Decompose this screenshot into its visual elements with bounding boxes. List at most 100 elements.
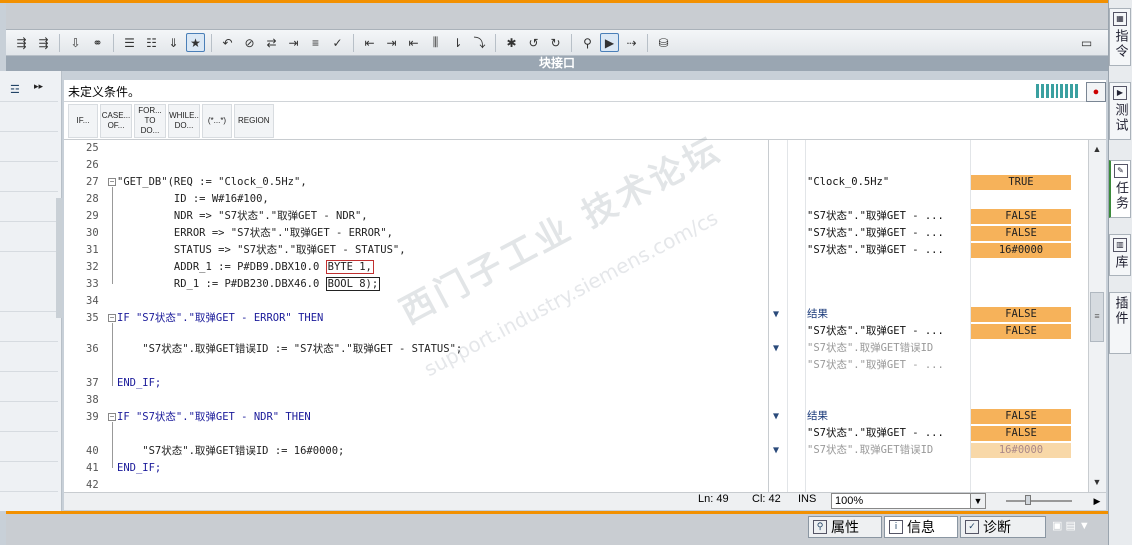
- tree-icon[interactable]: ☲: [10, 83, 20, 96]
- tab-instructions[interactable]: ▦ 指令: [1109, 8, 1131, 66]
- code-line[interactable]: NDR => "S7状态"."取弹GET - NDR",: [117, 208, 368, 225]
- monitor-row[interactable]: "S7状态"."取弹GET - ... FALSE: [769, 323, 1089, 340]
- tab-testing[interactable]: ▶ 测试: [1109, 82, 1131, 140]
- monitor-row[interactable]: ▼ "S7状态".取弹GET错误ID 16#0000: [769, 442, 1089, 459]
- zoom-slider-handle[interactable]: [1025, 495, 1031, 505]
- collapse-arrow-icon[interactable]: ▼: [773, 340, 779, 357]
- code-line[interactable]: IF "S7状态"."取弹GET - ERROR" THEN: [117, 310, 323, 327]
- collapse-arrow-icon[interactable]: ▼: [773, 442, 779, 459]
- columns-icon[interactable]: ⫼: [426, 33, 445, 52]
- code-line[interactable]: "GET_DB"(REQ := "Clock_0.5Hz",: [117, 174, 307, 191]
- code-line[interactable]: IF "S7状态"."取弹GET - NDR" THEN: [117, 409, 311, 426]
- scroll-up-icon[interactable]: ▲: [1090, 142, 1104, 156]
- tab-properties[interactable]: ⚲ 属性: [808, 516, 882, 538]
- filter-icon[interactable]: ≡: [306, 33, 325, 52]
- editor-toolbar: ⇶ ⇶ ⇩ ⚭ ☰ ☷ ⇓ ★ ↶ ⊘ ⇄ ⇥ ≡ ✓ ⇤ ⇥ ⇤ ⫼ ⇂ ⤵ …: [6, 30, 1108, 56]
- line-number: 39: [86, 411, 99, 423]
- collapse-arrow-icon[interactable]: ▼: [773, 408, 779, 425]
- database-icon[interactable]: ⛁: [654, 33, 673, 52]
- line-number: 42: [86, 479, 99, 491]
- monitor-row[interactable]: ▼ 结果 FALSE: [769, 306, 1089, 323]
- insert-row-icon[interactable]: ⇩: [66, 33, 85, 52]
- addr-type-box[interactable]: BYTE 1,: [325, 260, 374, 274]
- bookmark-prev-icon[interactable]: ↺: [524, 33, 543, 52]
- scroll-down-icon[interactable]: ▼: [1090, 475, 1104, 489]
- line-number: 25: [86, 142, 99, 154]
- collapse-arrow-icon[interactable]: ▼: [773, 306, 779, 323]
- code-line[interactable]: ID := W#16#100,: [117, 191, 269, 208]
- block-interface-bar[interactable]: 块接口: [6, 56, 1108, 71]
- compare-icon[interactable]: ⇄: [262, 33, 281, 52]
- code-line[interactable]: STATUS => "S7状态"."取弹GET - STATUS",: [117, 242, 406, 259]
- goto-icon[interactable]: ↶: [218, 33, 237, 52]
- code-line[interactable]: RD_1 := P#DB230.DBX46.0 BOOL 8);: [117, 276, 381, 293]
- monitor-toggle-icon[interactable]: ●: [1086, 82, 1106, 102]
- list-icon[interactable]: ☰: [120, 33, 139, 52]
- monitor-name: 结果: [807, 410, 828, 422]
- snippet-region-button[interactable]: REGION: [234, 103, 274, 138]
- scroll-right-icon[interactable]: ▶: [1090, 494, 1104, 508]
- snippet-if-button[interactable]: IF...: [68, 103, 98, 138]
- code-line[interactable]: ADDR_1 := P#DB9.DBX10.0 BYTE 1,: [117, 259, 374, 276]
- monitor-row[interactable]: ▼ "S7状态".取弹GET错误ID: [769, 340, 1089, 357]
- delete-network-icon[interactable]: ⇶: [34, 33, 53, 52]
- monitor-row[interactable]: "S7状态"."取弹GET - ... 16#0000: [769, 242, 1089, 259]
- tab-diagnostics[interactable]: ✓ 诊断: [960, 516, 1046, 538]
- indent-right-icon[interactable]: ⇥: [382, 33, 401, 52]
- remove-icon[interactable]: ⊘: [240, 33, 259, 52]
- expand-arrows-icon[interactable]: ▸▸: [34, 81, 43, 92]
- line-number: 35: [86, 312, 99, 324]
- bookmark-icon[interactable]: ⇂: [448, 33, 467, 52]
- tab-info[interactable]: i 信息: [884, 516, 958, 538]
- snippet-bar: IF... CASE... OF... FOR... TO DO... WHIL…: [64, 102, 1106, 140]
- zoom-select[interactable]: 100%: [831, 493, 971, 509]
- monitor-row[interactable]: "S7状态"."取弹GET - ... FALSE: [769, 208, 1089, 225]
- layout-icon[interactable]: ▭: [1077, 33, 1096, 52]
- next-icon[interactable]: ⇥: [284, 33, 303, 52]
- bookmark-next-icon[interactable]: ↻: [546, 33, 565, 52]
- sort-icon[interactable]: ⤵: [470, 33, 489, 52]
- outdent-icon[interactable]: ⇤: [404, 33, 423, 52]
- code-line[interactable]: ERROR => "S7状态"."取弹GET - ERROR",: [117, 225, 393, 242]
- monitor-row[interactable]: "Clock_0.5Hz" TRUE: [769, 174, 1089, 191]
- code-line[interactable]: END_IF;: [117, 460, 161, 477]
- chevron-down-icon[interactable]: ▼: [970, 493, 986, 509]
- window-controls[interactable]: ▣ ▤ ▼: [1052, 519, 1090, 532]
- insert-network-icon[interactable]: ⇶: [12, 33, 31, 52]
- line-number: 26: [86, 159, 99, 171]
- attach-icon[interactable]: ⚭: [88, 33, 107, 52]
- monitor-step-icon[interactable]: ⇢: [622, 33, 641, 52]
- indent-left-icon[interactable]: ⇤: [360, 33, 379, 52]
- code-line[interactable]: END_IF;: [117, 375, 161, 392]
- check-icon[interactable]: ✓: [328, 33, 347, 52]
- star-icon[interactable]: ★: [186, 33, 205, 52]
- download-icon[interactable]: ⇓: [164, 33, 183, 52]
- scroll-thumb[interactable]: ≡: [1090, 292, 1104, 342]
- snippet-comment-button[interactable]: (*...*): [202, 103, 232, 138]
- snippet-for-button[interactable]: FOR... TO DO...: [134, 103, 166, 138]
- line-number: 33: [86, 278, 99, 290]
- zoom-slider[interactable]: [1006, 500, 1072, 502]
- tab-libraries[interactable]: ▥ 库: [1109, 234, 1131, 276]
- monitor-row[interactable]: "S7状态"."取弹GET - ... FALSE: [769, 225, 1089, 242]
- line-number: 34: [86, 295, 99, 307]
- monitor-on-icon[interactable]: ▶: [600, 33, 619, 52]
- fold-toggle-icon[interactable]: −: [108, 178, 116, 186]
- bookmark-set-icon[interactable]: ✱: [502, 33, 521, 52]
- snippet-case-button[interactable]: CASE... OF...: [100, 103, 132, 138]
- monitor-row[interactable]: "S7状态"."取弹GET - ... FALSE: [769, 425, 1089, 442]
- line-number: 27: [86, 176, 99, 188]
- rd-type-box[interactable]: BOOL 8);: [325, 277, 381, 291]
- tab-addins[interactable]: 插件: [1109, 292, 1131, 354]
- indent-list-icon[interactable]: ☷: [142, 33, 161, 52]
- snippet-while-button[interactable]: WHILE.. DO...: [168, 103, 200, 138]
- monitor-row[interactable]: "S7状态"."取弹GET - ...: [769, 357, 1089, 374]
- watch-icon[interactable]: ⚲: [578, 33, 597, 52]
- fold-toggle-icon[interactable]: −: [108, 314, 116, 322]
- code-line[interactable]: "S7状态".取弹GET错误ID := 16#0000;: [117, 443, 344, 460]
- tab-tasks[interactable]: ✎ 任务: [1109, 160, 1131, 218]
- fold-toggle-icon[interactable]: −: [108, 413, 116, 421]
- monitor-row[interactable]: ▼ 结果 FALSE: [769, 408, 1089, 425]
- panel-splitter[interactable]: [56, 198, 62, 318]
- code-line[interactable]: "S7状态".取弹GET错误ID := "S7状态"."取弹GET - STAT…: [117, 341, 462, 358]
